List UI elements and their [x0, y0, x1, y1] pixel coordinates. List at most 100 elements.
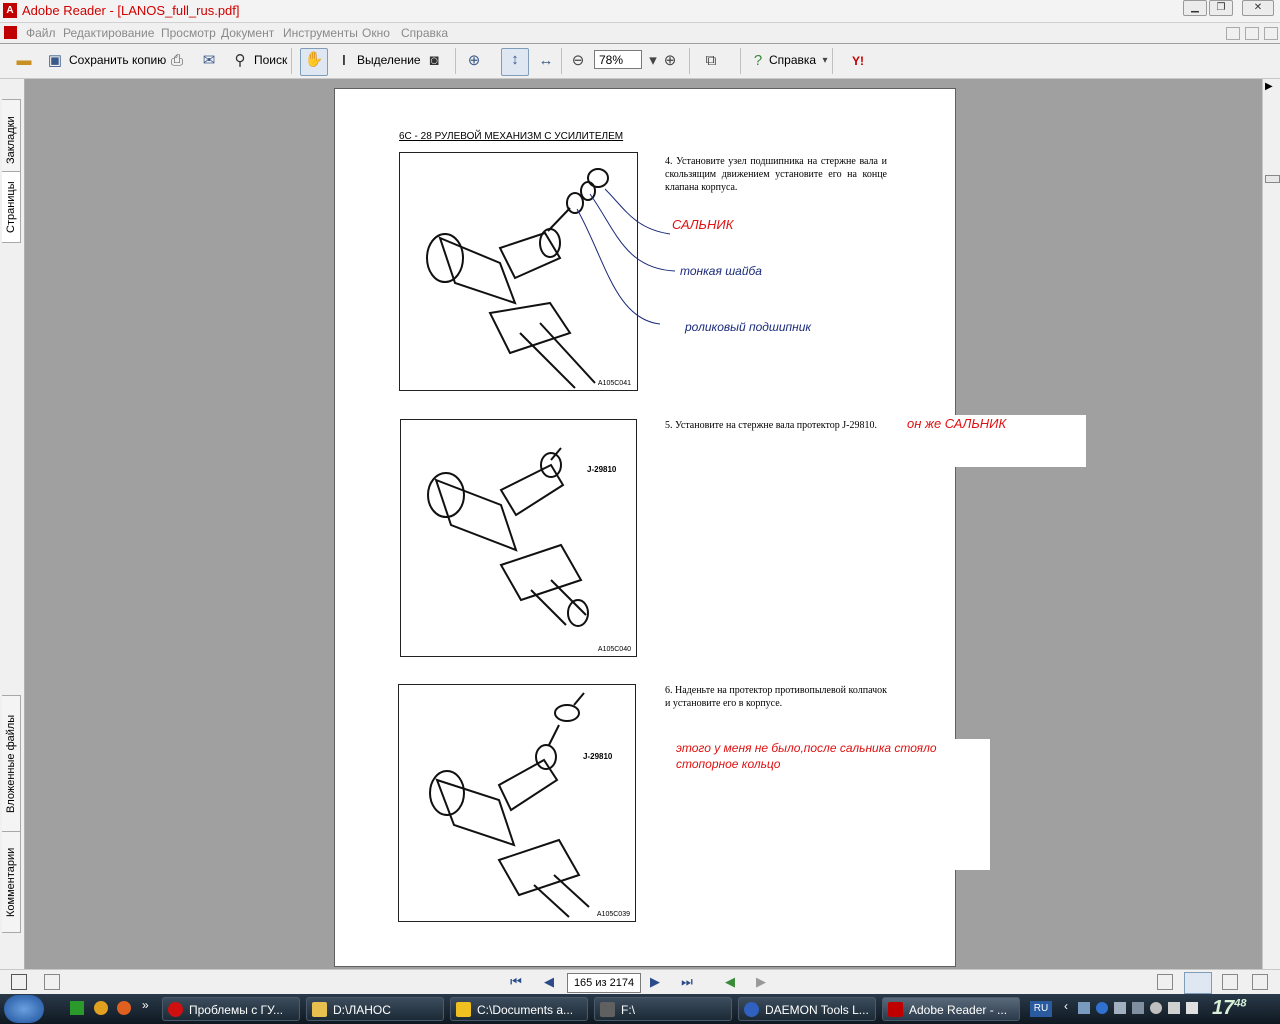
- search-button[interactable]: Поиск: [254, 53, 287, 67]
- fit-height-icon[interactable]: ↕: [501, 48, 529, 76]
- adobe-reader-icon: [888, 1002, 903, 1017]
- volume-icon[interactable]: [1168, 1002, 1180, 1014]
- email-icon[interactable]: ✉: [198, 50, 220, 72]
- network-icon[interactable]: [1132, 1002, 1144, 1014]
- hand-tool-icon[interactable]: ✋: [300, 48, 328, 76]
- print-icon[interactable]: ⎙: [166, 50, 188, 72]
- next-view-icon[interactable]: ▶: [752, 973, 770, 991]
- taskbar-item-daemon-tools[interactable]: DAEMON Tools L...: [738, 997, 876, 1021]
- warning-icon: [456, 1002, 471, 1017]
- toolbar-separator: [689, 48, 690, 74]
- tray-expand-icon[interactable]: ‹: [1064, 999, 1068, 1013]
- taskbar-item-documents[interactable]: C:\Documents a...: [450, 997, 588, 1021]
- tray-icon[interactable]: [1114, 1002, 1126, 1014]
- language-indicator[interactable]: RU: [1030, 1001, 1052, 1017]
- menu-tools[interactable]: Инструменты: [283, 26, 358, 40]
- toolbar-separator: [561, 48, 562, 74]
- binoculars-icon[interactable]: ⚲: [229, 50, 251, 72]
- save-copy-button[interactable]: Сохранить копию: [69, 53, 166, 67]
- select-tool-button[interactable]: Выделение: [357, 53, 421, 67]
- start-button[interactable]: [4, 995, 44, 1023]
- figure-illustration: [427, 447, 589, 627]
- continuous-facing-icon[interactable]: [1252, 974, 1268, 990]
- tray-icon[interactable]: [1186, 1002, 1198, 1014]
- tray-icon[interactable]: [1078, 1002, 1090, 1014]
- document-icon: [4, 26, 17, 39]
- tab-pages[interactable]: Страницы: [2, 171, 21, 243]
- taskbar-item-adobe-reader[interactable]: Adobe Reader - ...: [882, 997, 1020, 1021]
- menu-help[interactable]: Справка: [401, 26, 448, 40]
- quicklaunch-icon[interactable]: [70, 1001, 84, 1015]
- open-folder-icon[interactable]: ▬: [13, 50, 35, 72]
- zoom-in-icon[interactable]: ⊕: [659, 50, 681, 72]
- adobe-reader-icon: A: [3, 3, 17, 18]
- folder-icon: [312, 1002, 327, 1017]
- page-number-input[interactable]: 165 из 2174: [567, 973, 641, 993]
- minimize-button[interactable]: ▁: [1183, 0, 1207, 16]
- note-box: он же САЛЬНИК: [900, 415, 1086, 467]
- tab-attachments[interactable]: Вложенные файлы: [2, 695, 21, 833]
- select-cursor-icon[interactable]: I: [333, 50, 355, 72]
- taskbar-item-label: C:\Documents a...: [477, 1003, 574, 1017]
- figure-protector: J-29810 A105C040: [400, 419, 637, 657]
- annotation-thin-washer: тонкая шайба: [680, 264, 762, 278]
- clock[interactable]: 1748: [1212, 997, 1247, 1020]
- next-page-icon[interactable]: ▶: [646, 973, 664, 991]
- tray-icon[interactable]: [1150, 1002, 1162, 1014]
- first-page-icon[interactable]: ⏮: [507, 973, 525, 991]
- single-page-icon[interactable]: [1157, 974, 1173, 990]
- menu-edit[interactable]: Редактирование: [63, 26, 154, 40]
- doc-restore-button[interactable]: [1245, 27, 1259, 40]
- quicklaunch-icon[interactable]: [94, 1001, 108, 1015]
- quicklaunch-icon[interactable]: [117, 1001, 131, 1015]
- snapshot-icon[interactable]: ◙: [423, 50, 445, 72]
- quicklaunch-more-icon[interactable]: »: [142, 998, 149, 1012]
- save-icon[interactable]: ▣: [44, 50, 66, 72]
- zoom-out-icon[interactable]: ⊖: [567, 50, 589, 72]
- figure-code: A105C039: [596, 911, 630, 918]
- close-button[interactable]: ✕: [1242, 0, 1274, 16]
- zoom-in-tool-icon[interactable]: ⊕: [463, 50, 485, 72]
- yahoo-toolbar-icon[interactable]: Y!: [842, 50, 874, 72]
- vertical-scrollbar[interactable]: ▶: [1262, 79, 1280, 969]
- fit-width-icon[interactable]: ↔: [535, 50, 557, 72]
- taskbar-item-label: F:\: [621, 1003, 635, 1017]
- taskbar-item-folder[interactable]: D:\ЛАНОС: [306, 997, 444, 1021]
- taskbar-item-drive-f[interactable]: F:\: [594, 997, 732, 1021]
- panel-arrow-icon[interactable]: ▶: [1265, 81, 1273, 92]
- clock-hour: 17: [1212, 997, 1235, 1019]
- zoom-input[interactable]: 78%: [594, 50, 642, 69]
- menu-file[interactable]: Файл: [26, 26, 56, 40]
- toolbar-separator: [832, 48, 833, 74]
- tab-comments[interactable]: Комментарии: [2, 831, 21, 933]
- restore-button[interactable]: ❐: [1209, 0, 1233, 16]
- panel-toggle-icon[interactable]: [11, 974, 27, 990]
- tab-bookmarks[interactable]: Закладки: [2, 99, 21, 181]
- step-5-text: 5. Установите на стержне вала протектор …: [665, 420, 877, 431]
- help-icon[interactable]: ?: [747, 50, 769, 72]
- tab-bookmarks-label: Закладки: [5, 116, 17, 164]
- options-icon[interactable]: [44, 974, 60, 990]
- taskbar-item-label: Проблемы с ГУ...: [189, 1003, 284, 1017]
- help-button[interactable]: Справка: [769, 53, 816, 67]
- scroll-thumb[interactable]: [1265, 175, 1280, 183]
- navigation-panel: Закладки Страницы Вложенные файлы Коммен…: [0, 79, 25, 969]
- doc-close-button[interactable]: [1264, 27, 1278, 40]
- figure-illustration: [429, 692, 590, 918]
- facing-pages-icon[interactable]: [1222, 974, 1238, 990]
- clock-minute: 48: [1234, 997, 1247, 1010]
- annotation-leader-lines: [576, 188, 676, 325]
- tray-icon[interactable]: [1096, 1002, 1108, 1014]
- taskbar-item-opera[interactable]: Проблемы с ГУ...: [162, 997, 300, 1021]
- doc-minimize-button[interactable]: [1226, 27, 1240, 40]
- menu-document[interactable]: Документ: [221, 26, 274, 40]
- previous-page-icon[interactable]: ◀: [540, 973, 558, 991]
- menu-window[interactable]: Окно: [362, 26, 390, 40]
- previous-view-icon[interactable]: ◀: [721, 973, 739, 991]
- figure-dust-cap: J-29810 A105C039: [398, 684, 636, 922]
- tab-attachments-label: Вложенные файлы: [5, 714, 17, 814]
- continuous-page-icon[interactable]: [1184, 972, 1212, 994]
- menu-view[interactable]: Просмотр: [161, 26, 216, 40]
- last-page-icon[interactable]: ⏭: [678, 973, 696, 991]
- rotate-pages-icon[interactable]: ⧉: [700, 50, 722, 72]
